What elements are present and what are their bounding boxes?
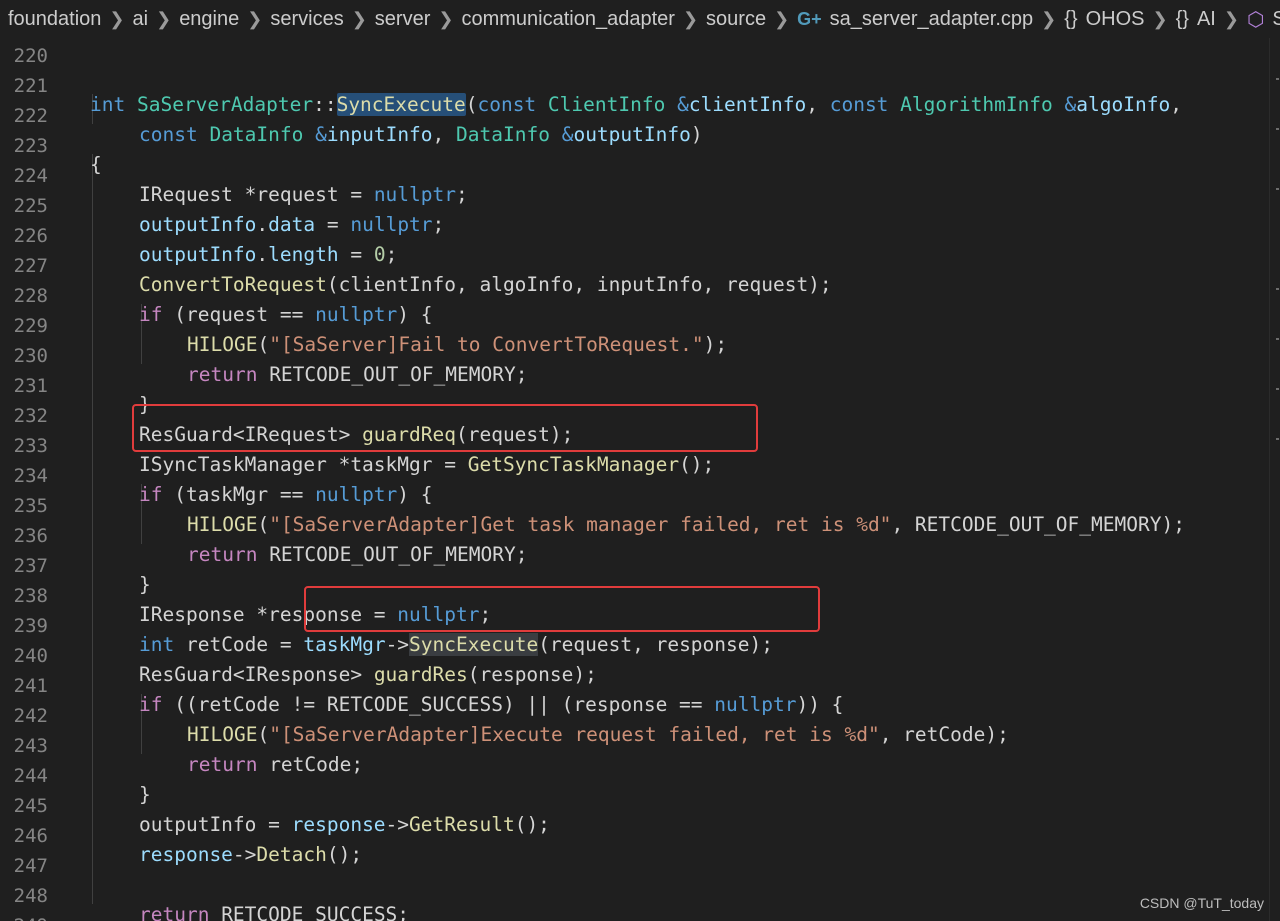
code-line: 249 } <box>0 892 1270 921</box>
line-number: 249 <box>0 911 48 921</box>
code-line: 229 HILOGE("[SaServer]Fail to ConvertToR… <box>0 292 1270 356</box>
namespace-icon: {} <box>1064 7 1078 30</box>
code-line: 241 if ((retCode != RETCODE_SUCCESS) || … <box>0 652 1270 716</box>
breadcrumb-item-engine[interactable]: engine <box>179 8 239 31</box>
code-line: 237 } <box>0 532 1270 596</box>
chevron-right-icon: ❯ <box>774 8 790 29</box>
code-line: 225 outputInfo.data = nullptr; <box>0 172 1270 236</box>
minimap-marker <box>1276 288 1279 290</box>
code-line: 228 if (request == nullptr) { <box>0 262 1270 326</box>
code-line: 246 response->Detach(); <box>0 802 1270 866</box>
breadcrumb: foundation ❯ ai ❯ engine ❯ services ❯ server… <box>0 0 1280 38</box>
breadcrumb-item-ohos[interactable]: OHOS <box>1086 8 1145 31</box>
code-line: 230 return RETCODE_OUT_OF_MEMORY; <box>0 322 1270 386</box>
minimap-marker <box>1276 388 1279 390</box>
code-line: 231 } <box>0 352 1270 416</box>
code-line: 222 const DataInfo &inputInfo, DataInfo … <box>0 82 1270 146</box>
code-line: 242 HILOGE("[SaServerAdapter]Execute req… <box>0 682 1270 746</box>
chevron-right-icon: ❯ <box>682 8 699 29</box>
code-line: 244 } <box>0 742 1270 806</box>
chevron-right-icon: ❯ <box>438 8 454 29</box>
namespace-icon: {} <box>1175 7 1189 30</box>
chevron-right-icon: ❯ <box>1041 8 1057 29</box>
vertical-scrollbar[interactable] <box>1269 38 1280 921</box>
breadcrumb-item-file[interactable]: sa_server_adapter.cpp <box>830 8 1033 31</box>
breadcrumb-item-services[interactable]: services <box>270 8 343 31</box>
code-line: 235 HILOGE("[SaServerAdapter]Get task ma… <box>0 472 1270 536</box>
highlight-box-gettaskmanager <box>132 404 758 452</box>
code-line: 226 outputInfo.length = 0; <box>0 202 1270 266</box>
watermark: CSDN @TuT_today <box>1139 895 1264 911</box>
code-line: 224 IRequest *request = nullptr; <box>0 142 1270 206</box>
breadcrumb-item-ai-namespace[interactable]: AI <box>1197 8 1216 31</box>
code-editor[interactable]: 220 221 int SaServerAdapter::SyncExecute… <box>0 38 1270 921</box>
breadcrumb-item-foundation[interactable]: foundation <box>8 8 101 31</box>
breadcrumb-item-class[interactable]: Sa <box>1272 8 1280 31</box>
minimap-marker <box>1276 188 1279 190</box>
breadcrumb-item-communication-adapter[interactable]: communication_adapter <box>461 8 674 31</box>
minimap-marker <box>1276 438 1279 440</box>
cpp-file-icon: G+ <box>797 8 822 29</box>
code-line: 248 return RETCODE_SUCCESS; <box>0 862 1270 921</box>
code-line: 247 <box>0 832 1270 877</box>
breadcrumb-item-ai[interactable]: ai <box>133 8 149 31</box>
chevron-right-icon: ❯ <box>156 8 172 29</box>
breadcrumb-item-server[interactable]: server <box>375 8 431 31</box>
minimap-marker <box>1276 338 1279 340</box>
minimap-marker <box>1276 78 1279 80</box>
chevron-right-icon: ❯ <box>247 8 263 29</box>
highlight-box-syncexecute <box>304 586 820 632</box>
code-line: 227 ConvertToRequest(clientInfo, algoInf… <box>0 232 1270 296</box>
code-line: 220 <box>0 38 1270 67</box>
chevron-right-icon: ❯ <box>1152 8 1168 29</box>
chevron-right-icon: ❯ <box>351 8 367 29</box>
minimap-marker <box>1276 128 1279 130</box>
code-line: 221 int SaServerAdapter::SyncExecute(con… <box>0 52 1270 116</box>
chevron-right-icon: ❯ <box>1223 8 1239 29</box>
chevron-right-icon: ❯ <box>109 8 125 29</box>
code-line: 245 outputInfo = response->GetResult(); <box>0 772 1270 836</box>
code-line: 243 return retCode; <box>0 712 1270 776</box>
cube-icon: ⬡ <box>1246 8 1265 31</box>
breadcrumb-item-source[interactable]: source <box>706 8 766 31</box>
code-line: 223 { <box>0 112 1270 176</box>
code-line: 236 return RETCODE_OUT_OF_MEMORY; <box>0 502 1270 566</box>
